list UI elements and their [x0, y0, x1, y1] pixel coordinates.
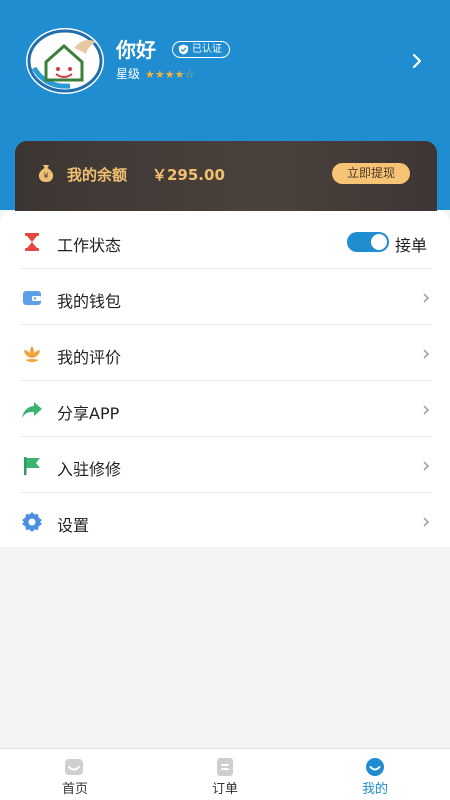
tab-label: 我的 [361, 782, 388, 797]
menu-item-label: 我的评价 [57, 348, 122, 367]
balance-amount: ￥295.00 [152, 166, 225, 184]
flag-icon [24, 457, 40, 475]
rating-label: 星级 [116, 67, 141, 81]
menu-item-settings[interactable]: 设置 [0, 493, 450, 549]
work-status-toggle[interactable] [347, 232, 389, 252]
verified-badge: 已认证 [172, 41, 230, 58]
avatar[interactable] [26, 28, 104, 94]
chevron-right-icon [423, 293, 430, 303]
menu-item-reviews[interactable]: 我的评价 [0, 325, 450, 381]
bottom-tab-bar: 首页 订单 我的 [0, 748, 450, 800]
menu-item-join[interactable]: 入驻修修 [0, 437, 450, 493]
chevron-right-icon [423, 349, 430, 359]
money-bag-icon: ¥ [38, 165, 54, 182]
chevron-right-icon [423, 405, 430, 415]
menu-item-label: 工作状态 [57, 236, 122, 255]
menu-list: 工作状态 接单 我的钱包 我的评价 分享APP 入驻修修 设置 [0, 211, 450, 547]
tab-label: 订单 [211, 782, 238, 797]
verified-label: 已认证 [192, 44, 222, 55]
wallet-icon [23, 291, 41, 305]
menu-item-label: 入驻修修 [57, 460, 122, 479]
menu-item-work-status: 工作状态 接单 [0, 213, 450, 269]
withdraw-button[interactable]: 立即提现 [332, 163, 410, 184]
chevron-right-icon [423, 517, 430, 527]
rating: 星级 ★★★★☆ [116, 65, 194, 82]
menu-item-label: 我的钱包 [57, 292, 122, 311]
menu-item-label: 设置 [57, 516, 90, 535]
star-icon: ★ [154, 67, 165, 81]
star-icon: ★ [145, 67, 155, 81]
tab-orders[interactable]: 订单 [150, 749, 300, 800]
share-icon [22, 402, 42, 418]
menu-item-label: 分享APP [57, 404, 120, 423]
chevron-right-icon[interactable] [406, 50, 428, 72]
menu-item-wallet[interactable]: 我的钱包 [0, 269, 450, 325]
toggle-label: 接单 [395, 236, 428, 255]
chevron-right-icon [423, 461, 430, 471]
star-icon: ★ [174, 67, 185, 81]
shield-check-icon [178, 44, 189, 55]
star-outline-icon: ☆ [184, 67, 195, 81]
star-rating: ★★★★☆ [145, 67, 194, 81]
tab-profile[interactable]: 我的 [300, 749, 450, 800]
profile-icon [366, 758, 384, 776]
user-name: 你好 [116, 38, 156, 62]
tab-home[interactable]: 首页 [0, 749, 150, 800]
order-icon [217, 758, 233, 776]
gear-icon [22, 512, 42, 532]
balance-label: 我的余额 [67, 166, 128, 184]
lotus-icon [24, 346, 40, 362]
hourglass-icon [25, 233, 39, 251]
menu-item-share-app[interactable]: 分享APP [0, 381, 450, 437]
svg-text:¥: ¥ [43, 172, 48, 181]
home-icon [65, 759, 83, 775]
tab-label: 首页 [61, 782, 88, 797]
star-icon: ★ [164, 67, 175, 81]
